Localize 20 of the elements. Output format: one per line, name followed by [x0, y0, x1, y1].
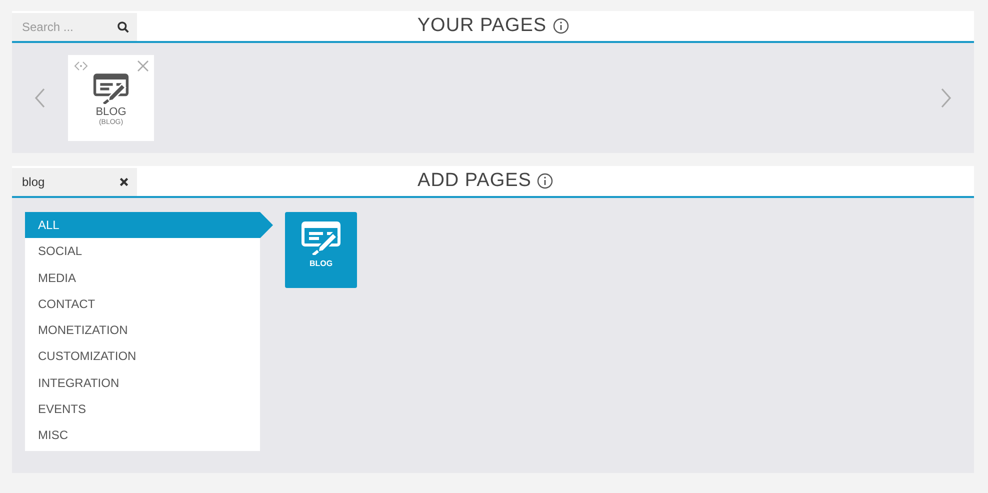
category-item[interactable]: CONTACT	[25, 290, 260, 318]
search-icon[interactable]	[117, 21, 129, 33]
category-item[interactable]: MONETIZATION	[25, 317, 260, 344]
category-item[interactable]: INTEGRATION	[25, 370, 260, 396]
blog-icon	[301, 221, 341, 255]
category-item[interactable]: SOCIAL	[25, 238, 260, 265]
category-item[interactable]: EVENTS	[25, 396, 260, 422]
search-field[interactable]: blog	[12, 168, 137, 196]
info-icon[interactable]	[552, 18, 569, 34]
tile-label: BLOG	[309, 259, 333, 268]
clear-icon[interactable]	[119, 177, 129, 187]
info-icon[interactable]	[537, 173, 554, 189]
category-item[interactable]: MEDIA	[25, 264, 260, 291]
section-title: ADD PAGES	[418, 170, 532, 192]
category-item[interactable]: CUSTOMIZATION	[25, 343, 260, 370]
section-title: YOUR PAGES	[417, 15, 547, 37]
category-item[interactable]: MISC	[25, 422, 260, 451]
search-field[interactable]: Search ...	[12, 13, 137, 41]
blog-icon	[93, 73, 129, 104]
page-label: BLOG	[96, 106, 126, 118]
